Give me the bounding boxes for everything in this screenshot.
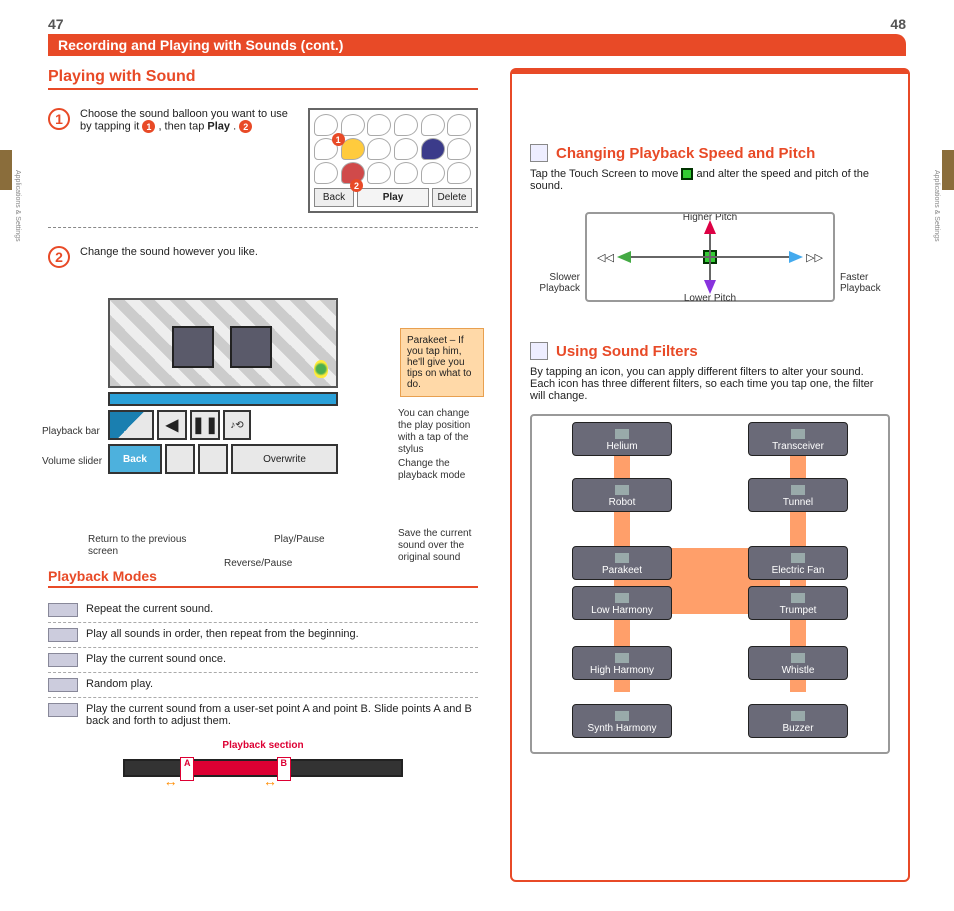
page-number-right: 48	[890, 16, 906, 32]
filter-high-harmony[interactable]: High Harmony	[572, 646, 672, 680]
back-button[interactable]: Back	[108, 444, 162, 474]
label-playpos: You can change the play position with a …	[398, 408, 484, 456]
section-playing-with-sound: Playing with Sound	[48, 68, 478, 90]
green-square-icon	[681, 168, 693, 180]
step-2-text: Change the sound however you like.	[80, 246, 258, 258]
marker-b[interactable]: B	[277, 757, 291, 781]
page-number-left: 47	[48, 16, 64, 32]
label-faster: Faster Playback	[840, 272, 900, 294]
inline-badge-1: 1	[142, 120, 155, 133]
filters-heading: Using Sound Filters	[530, 342, 890, 360]
volume-slider[interactable]	[108, 410, 154, 440]
filter-buzzer[interactable]: Buzzer	[748, 704, 848, 738]
label-lower-pitch: Lower Pitch	[684, 293, 736, 304]
label-playpause: Play/Pause	[274, 534, 325, 546]
label-reverse: Reverse/Pause	[224, 558, 292, 570]
mode-once: Play the current sound once.	[86, 653, 226, 665]
playback-modes-heading: Playback Modes	[48, 568, 478, 588]
filters-section-icon	[530, 342, 548, 360]
mode-repeat-icon	[48, 603, 78, 617]
label-save: Save the current sound over the original…	[398, 528, 484, 564]
pitch-heading: Changing Playback Speed and Pitch	[530, 144, 890, 162]
mode-ab: Play the current sound from a user-set p…	[86, 703, 478, 727]
pitch-section-icon	[530, 144, 548, 162]
playback-mode-button[interactable]: ♪⟲	[223, 410, 251, 440]
label-playback-bar: Playback bar	[42, 426, 100, 438]
playback-bar[interactable]	[108, 392, 338, 406]
mode-once-icon	[48, 653, 78, 667]
step-2-badge: 2	[48, 246, 70, 268]
side-label-left: Applications & Settings	[14, 170, 21, 242]
inline-badge-2: 2	[239, 120, 252, 133]
back-button[interactable]: Back	[314, 188, 354, 207]
overwrite-button[interactable]: Overwrite	[231, 444, 338, 474]
sound-editor-screenshot: ◀ ❚❚ ♪⟲ Back Overwrite	[108, 298, 338, 474]
filters-diagram: Helium Robot Parakeet Low Harmony High H…	[530, 414, 890, 754]
filter-synth-harmony[interactable]: Synth Harmony	[572, 704, 672, 738]
filter-tunnel[interactable]: Tunnel	[748, 478, 848, 512]
playback-section-label: Playback section	[48, 740, 478, 751]
mode-random: Random play.	[86, 678, 153, 690]
page-header: Recording and Playing with Sounds (cont.…	[48, 34, 906, 56]
side-tab-right	[942, 150, 954, 190]
filter-whistle[interactable]: Whistle	[748, 646, 848, 680]
balloon-grid-screenshot: 1 Back 2Play Delete	[308, 108, 478, 213]
side-tab-left	[0, 150, 12, 190]
parakeet-icon[interactable]	[314, 360, 328, 378]
play-button[interactable]: 2Play	[357, 188, 429, 207]
label-mode: Change the playback mode	[398, 458, 484, 482]
mode-repeat: Repeat the current sound.	[86, 603, 213, 615]
filter-low-harmony[interactable]: Low Harmony	[572, 586, 672, 620]
pause-button[interactable]: ❚❚	[190, 410, 220, 440]
mode-ab-icon	[48, 703, 78, 717]
play-word: Play	[207, 120, 230, 132]
filters-text: By tapping an icon, you can apply differ…	[530, 366, 890, 402]
filter-transceiver[interactable]: Transceiver	[748, 422, 848, 456]
mode-all: Play all sounds in order, then repeat fr…	[86, 628, 359, 640]
pitch-speed-diagram[interactable]: ◁◁ ▷▷	[585, 212, 835, 302]
arrow-right-icon	[789, 251, 803, 263]
arrow-up-icon	[704, 220, 716, 234]
reverse-button[interactable]: ◀	[157, 410, 187, 440]
label-return: Return to the previous screen	[88, 534, 188, 558]
side-label-right: Applications & Settings	[933, 170, 940, 242]
mode-all-icon	[48, 628, 78, 642]
label-slower: Slower Playback	[520, 272, 580, 294]
grid-tool-icon[interactable]	[230, 326, 272, 368]
arrow-down-icon	[704, 280, 716, 294]
ab-bar-diagram: A B ↔ ↔	[123, 759, 403, 777]
arrow-left-icon	[617, 251, 631, 263]
parakeet-tip: Parakeet – If you tap him, he'll give yo…	[400, 328, 484, 397]
filter-trumpet[interactable]: Trumpet	[748, 586, 848, 620]
pitch-text: Tap the Touch Screen to move and alter t…	[530, 168, 890, 192]
filter-helium[interactable]: Helium	[572, 422, 672, 456]
filter-electric-fan[interactable]: Electric Fan	[748, 546, 848, 580]
delete-button[interactable]: Delete	[432, 188, 472, 207]
marker-a[interactable]: A	[180, 757, 194, 781]
step-1-badge: 1	[48, 108, 70, 130]
filter-parakeet[interactable]: Parakeet	[572, 546, 672, 580]
filter-robot[interactable]: Robot	[572, 478, 672, 512]
mode-random-icon	[48, 678, 78, 692]
label-volume: Volume slider	[42, 456, 102, 468]
position-tool-icon[interactable]	[172, 326, 214, 368]
